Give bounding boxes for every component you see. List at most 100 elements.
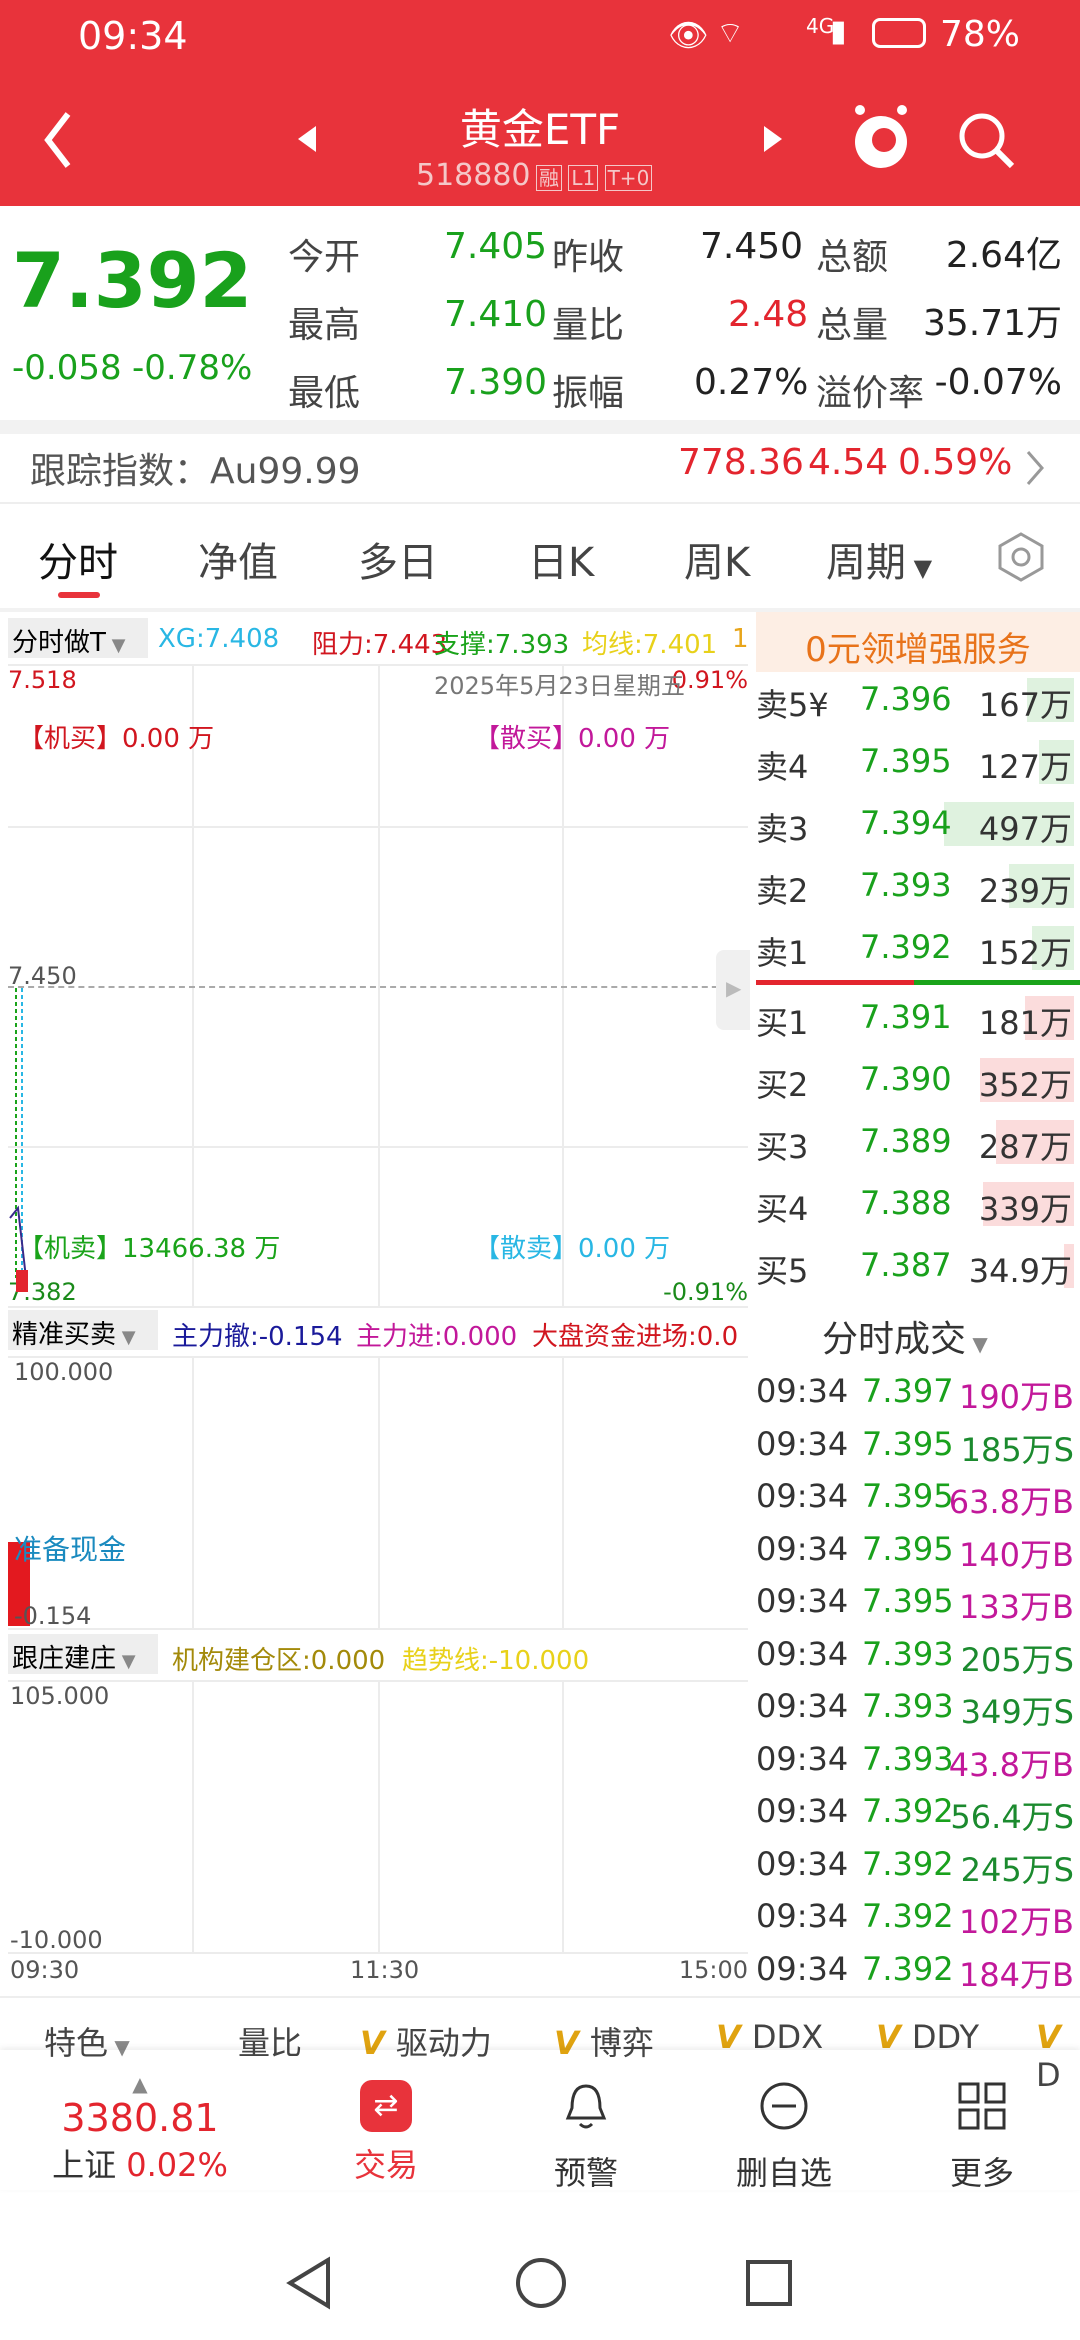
android-recents-icon[interactable] bbox=[744, 2258, 794, 2308]
ask-row[interactable]: 卖4 7.395 127万 bbox=[756, 734, 1078, 790]
tick-row: 09:34 7.395 140万B bbox=[756, 1524, 1080, 1574]
tick-volume: 43.8万B bbox=[948, 1745, 1074, 1784]
tick-time: 09:34 bbox=[756, 1739, 849, 1778]
tab-intraday[interactable]: 分时 bbox=[38, 530, 118, 588]
tick-volume: 190万B bbox=[958, 1378, 1074, 1416]
prev-close-label: 昨收 bbox=[552, 237, 625, 278]
bid-row[interactable]: 买4 7.388 339万 bbox=[756, 1176, 1078, 1232]
tick-time: 09:34 bbox=[756, 1477, 849, 1515]
tab-multiday[interactable]: 多日 bbox=[358, 530, 438, 588]
dealer-follow-chart[interactable]: 跟庄建庄 ▼ 机构建仓区:0.000 趋势线:-10.000 105.000 -… bbox=[8, 1634, 748, 1984]
tick-time: 09:34 bbox=[756, 1687, 849, 1725]
resistance-value: 阻力:7.443 bbox=[312, 630, 448, 660]
android-back-icon[interactable] bbox=[284, 2256, 334, 2310]
main-withdraw: 主力撤:-0.154 bbox=[172, 1322, 343, 1352]
level-volume: 127万 bbox=[978, 748, 1072, 786]
ticks-title[interactable]: 分时成交 ▼ bbox=[822, 1310, 988, 1362]
ask-row[interactable]: 卖2 7.393 239万 bbox=[756, 858, 1078, 914]
robot-icon[interactable] bbox=[850, 104, 912, 174]
battery-level: 78% bbox=[940, 14, 1021, 55]
grid-line bbox=[378, 664, 380, 1306]
stock-title: 黄金ETF bbox=[459, 105, 621, 154]
track-index-row[interactable]: 跟踪指数：Au99.99 778.36 4.54 0.59% bbox=[0, 434, 1080, 502]
grid-line bbox=[378, 1356, 380, 1628]
chart-mode-dropdown[interactable]: 分时做T ▼ bbox=[8, 618, 148, 658]
axis-bottom: -10.000 bbox=[10, 1926, 103, 1954]
bid-row[interactable]: 买1 7.391 181万 bbox=[756, 990, 1078, 1046]
chart-date: 2025年5月23日星期五 bbox=[434, 672, 685, 700]
tick-price: 7.395 bbox=[862, 1529, 954, 1568]
back-icon[interactable] bbox=[38, 108, 78, 172]
tick-price: 7.395 bbox=[862, 1582, 954, 1620]
level-volume: 352万 bbox=[978, 1066, 1072, 1104]
trade-icon: ⇄ bbox=[360, 2080, 412, 2132]
stock-code: 518880 bbox=[416, 158, 531, 193]
tab-weekly-k[interactable]: 周K bbox=[684, 530, 750, 588]
nav-remove-watchlist[interactable]: 删自选 bbox=[704, 2080, 864, 2194]
nav-trade[interactable]: ⇄ 交易 bbox=[306, 2080, 466, 2186]
bid-row[interactable]: 买3 7.389 287万 bbox=[756, 1114, 1078, 1170]
tab-nav[interactable]: 净值 bbox=[198, 530, 278, 588]
expand-panel-handle[interactable]: ▶ bbox=[716, 950, 750, 1030]
level-price: 7.388 bbox=[860, 1184, 952, 1222]
level-label: 卖3 bbox=[756, 810, 809, 848]
chart-mode-label: 分时做T bbox=[12, 628, 106, 658]
book-divider-green bbox=[914, 980, 1080, 985]
level-price: 7.394 bbox=[860, 804, 952, 842]
tab-period[interactable]: 周期 ▼ bbox=[826, 530, 932, 588]
battery-icon bbox=[872, 18, 926, 48]
low-value: 7.390 bbox=[444, 362, 548, 403]
promo-banner[interactable]: 0元领增强服务 bbox=[756, 612, 1080, 672]
ask-row[interactable]: 卖3 7.394 497万 bbox=[756, 796, 1078, 852]
chart2-mode-dropdown[interactable]: 精准买卖 ▼ bbox=[8, 1310, 158, 1350]
ask-row[interactable]: 卖1 7.392 152万 bbox=[756, 920, 1078, 976]
level-volume: 239万 bbox=[978, 872, 1072, 910]
status-bar: 09:34 👁 ⌔ 4G ▮ 78% bbox=[0, 0, 1080, 76]
grid-line bbox=[378, 1680, 380, 1952]
tick-row: 09:34 7.395 63.8万B bbox=[756, 1471, 1080, 1521]
bid-row[interactable]: 买5 7.387 34.9万 bbox=[756, 1238, 1078, 1294]
axis-bottom: -0.154 bbox=[14, 1602, 92, 1630]
tick-time: 09:34 bbox=[756, 1634, 849, 1673]
nav-alert[interactable]: 预警 bbox=[506, 2080, 666, 2194]
divider bbox=[0, 1996, 1080, 1998]
ask-row[interactable]: 卖5¥ 7.396 167万 bbox=[756, 672, 1078, 728]
wifi-icon: ⌔ bbox=[716, 16, 745, 51]
extra-value: 1 bbox=[732, 624, 749, 654]
next-stock-icon[interactable] bbox=[760, 124, 784, 154]
tick-row: 09:34 7.393 205万S bbox=[756, 1629, 1080, 1679]
prev-stock-icon[interactable] bbox=[296, 124, 320, 154]
tick-time: 09:34 bbox=[756, 1529, 849, 1568]
settings-hexagon-icon[interactable] bbox=[994, 530, 1048, 584]
chart3-mode-dropdown[interactable]: 跟庄建庄 ▼ bbox=[8, 1634, 158, 1674]
tick-price: 7.393 bbox=[862, 1687, 954, 1725]
tab-daily-k[interactable]: 日K bbox=[528, 530, 594, 588]
nav-trade-label: 交易 bbox=[353, 2146, 418, 2184]
tick-time: 09:34 bbox=[756, 1949, 849, 1988]
index-name: 上证 bbox=[52, 2146, 117, 2184]
price-line bbox=[9, 988, 28, 1292]
nav-more[interactable]: 更多 bbox=[902, 2080, 1062, 2194]
level-price: 7.387 bbox=[860, 1246, 952, 1284]
bid-row[interactable]: 买2 7.390 352万 bbox=[756, 1052, 1078, 1108]
support-value: 支撑:7.393 bbox=[434, 630, 570, 660]
track-index-change: 4.54 bbox=[808, 442, 889, 483]
bell-icon bbox=[565, 2084, 607, 2129]
divider bbox=[0, 502, 1080, 504]
chart3-mode-label: 跟庄建庄 bbox=[12, 1644, 117, 1674]
badge-l1: L1 bbox=[568, 165, 599, 191]
intraday-chart[interactable]: 分时做T ▼ XG:7.408 阻力:7.443 支撑:7.393 均线:7.4… bbox=[8, 618, 750, 1308]
retail-buy: 【散买】0.00 万 bbox=[474, 724, 671, 754]
android-home-icon[interactable] bbox=[514, 2256, 568, 2310]
tick-row: 09:34 7.392 245万S bbox=[756, 1839, 1080, 1889]
index-ticker[interactable]: ▲ 3380.81 上证 0.02% bbox=[40, 2072, 240, 2186]
premium-value: -0.07% bbox=[934, 362, 1062, 403]
search-icon[interactable] bbox=[954, 108, 1018, 172]
precise-trade-chart[interactable]: 精准买卖 ▼ 主力撤:-0.154 主力进:0.000 大盘资金进场:0.0 1… bbox=[8, 1310, 748, 1630]
grid-icon bbox=[958, 2082, 1006, 2130]
volume-ratio-label: 量比 bbox=[552, 305, 625, 346]
caret-up-icon: ▲ bbox=[132, 2072, 148, 2096]
tick-price: 7.393 bbox=[862, 1739, 954, 1778]
caret-down-icon: ▼ bbox=[966, 1332, 988, 1356]
caret-down-icon: ▼ bbox=[906, 554, 933, 582]
